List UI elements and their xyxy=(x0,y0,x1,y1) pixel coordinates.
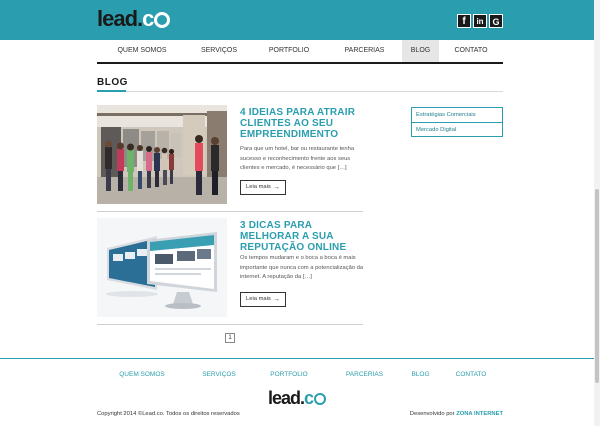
category-item[interactable]: Mercado Digital xyxy=(412,122,502,136)
footer-link-quem-somos[interactable]: QUEM SOMOS xyxy=(97,371,187,378)
title-divider xyxy=(97,91,503,92)
site-logo[interactable]: lead.c xyxy=(97,6,171,32)
read-more-label: Leia mais xyxy=(246,184,271,190)
post-excerpt: Para que um hotel, bar ou restaurante te… xyxy=(240,146,355,172)
developer-credits: Desenvolvido por ZONA INTERNET xyxy=(410,411,503,417)
post-image[interactable] xyxy=(97,105,227,204)
nav-item-parcerias[interactable]: PARCERIAS xyxy=(327,40,402,62)
post-title[interactable]: 3 DICAS PARA MELHORAR A SUA REPUTAÇÃO ON… xyxy=(240,220,370,253)
footer-link-blog[interactable]: BLOG xyxy=(402,371,439,378)
developer-link[interactable]: ZONA INTERNET xyxy=(456,411,503,417)
title-accent-bar xyxy=(97,90,126,92)
read-more-button[interactable]: Leia mais → xyxy=(240,292,286,307)
read-more-label: Leia mais xyxy=(246,296,271,302)
page-title: BLOG xyxy=(97,77,128,88)
pagination-page-1[interactable]: 1 xyxy=(225,333,235,343)
nav-item-portfolio[interactable]: PORTFOLIO xyxy=(251,40,327,62)
queue-of-people-photo xyxy=(97,105,227,204)
header-bar xyxy=(0,0,600,40)
logo-ring-icon xyxy=(154,12,171,28)
nav-item-blog[interactable]: BLOG xyxy=(402,40,439,62)
post-divider xyxy=(97,324,363,325)
main-nav: QUEM SOMOS SERVIÇOS PORTFOLIO PARCERIAS … xyxy=(97,40,503,64)
category-list: Estratégias Comerciais Mercado Digital xyxy=(411,107,503,137)
website-on-monitor-photo xyxy=(97,218,227,317)
logo-suffix-c: c xyxy=(142,6,154,31)
category-item[interactable]: Estratégias Comerciais xyxy=(412,108,502,122)
post-excerpt: Os tempos mudaram e o boca a boca é mais… xyxy=(240,255,364,281)
scrollbar-thumb[interactable] xyxy=(595,189,599,383)
arrow-right-icon: → xyxy=(273,184,280,191)
footer-nav: QUEM SOMOS SERVIÇOS PORTFOLIO PARCERIAS … xyxy=(97,371,503,378)
footer-link-parcerias[interactable]: PARCERIAS xyxy=(327,371,402,378)
footer-logo-ring-icon xyxy=(314,393,327,405)
post-divider xyxy=(97,211,363,212)
facebook-icon[interactable]: f xyxy=(457,14,471,28)
google-plus-icon[interactable]: G xyxy=(489,14,503,28)
nav-item-quem-somos[interactable]: QUEM SOMOS xyxy=(97,40,187,62)
arrow-right-icon: → xyxy=(273,296,280,303)
linkedin-icon[interactable]: in xyxy=(473,14,487,28)
nav-item-servicos[interactable]: SERVIÇOS xyxy=(187,40,251,62)
blog-post: 4 IDEIAS PARA ATRAIR CLIENTES AO SEU EMP… xyxy=(97,105,363,205)
footer-link-portfolio[interactable]: PORTFOLIO xyxy=(251,371,327,378)
footer-logo-suffix-c: c xyxy=(304,388,314,408)
footer-link-contato[interactable]: CONTATO xyxy=(439,371,503,378)
footer-divider xyxy=(0,358,600,359)
blog-post: 3 DICAS PARA MELHORAR A SUA REPUTAÇÃO ON… xyxy=(97,218,363,318)
credits-prefix: Desenvolvido por xyxy=(409,411,457,417)
post-title[interactable]: 4 IDEIAS PARA ATRAIR CLIENTES AO SEU EMP… xyxy=(240,107,370,140)
footer-logo-text: lead. xyxy=(268,388,305,408)
read-more-button[interactable]: Leia mais → xyxy=(240,180,286,195)
nav-item-contato[interactable]: CONTATO xyxy=(439,40,503,62)
footer-logo[interactable]: lead.c xyxy=(268,388,327,408)
logo-text: lead. xyxy=(97,6,143,31)
footer-link-servicos[interactable]: SERVIÇOS xyxy=(187,371,251,378)
copyright-text: Copyright 2014 ©Lead.co. Todos os direit… xyxy=(97,411,240,417)
post-image[interactable] xyxy=(97,218,227,317)
